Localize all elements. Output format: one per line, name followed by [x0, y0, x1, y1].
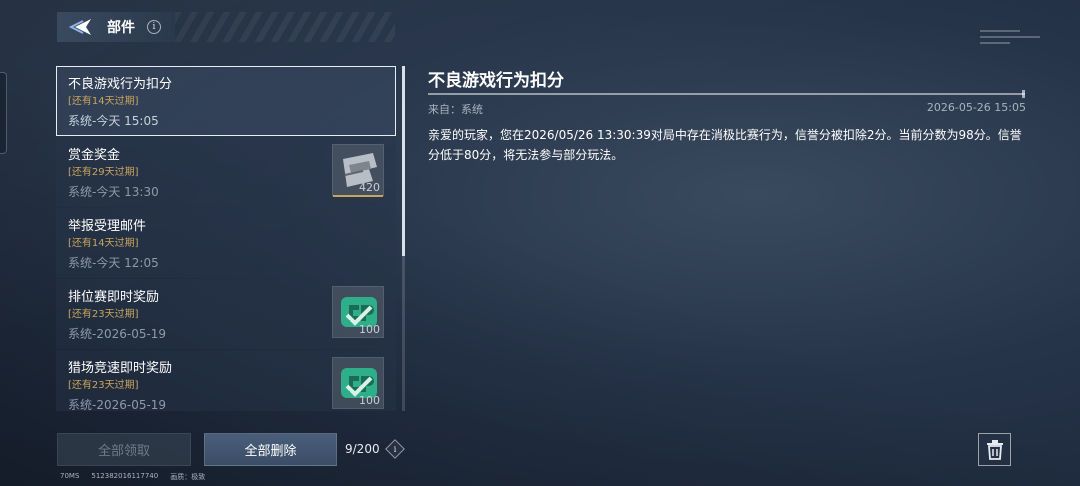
quality-label: 画质：极致 [170, 472, 205, 482]
status-footer: 70MS 512382016117740 画质：极致 [60, 472, 205, 482]
mail-detail-sender: 来自：系统 [428, 103, 483, 116]
mail-sender-time: 系统-今天 12:05 [68, 256, 159, 270]
mail-detail-timestamp: 2026-05-26 15:05 [926, 101, 1026, 114]
mail-expiry: [还有14天过期] [68, 238, 139, 249]
scrollbar-thumb[interactable] [402, 66, 405, 256]
ping-text: 70MS [60, 472, 80, 480]
mail-item[interactable]: 举报受理邮件 [还有14天过期] 系统-今天 12:05 [56, 208, 396, 278]
back-button[interactable] [69, 16, 95, 38]
header-bar: 部件 i [57, 12, 175, 42]
mail-detail-pane: 不良游戏行为扣分 来自：系统 2026-05-26 15:05 亲爱的玩家，您在… [428, 66, 1026, 165]
trash-button[interactable] [978, 433, 1011, 466]
mail-item[interactable]: 猎场竞速即时奖励 [还有23天过期] 系统-2026-05-19 100 [56, 350, 396, 411]
mail-list-scrollbar[interactable] [402, 66, 405, 411]
mail-detail-meta: 来自：系统 2026-05-26 15:05 [428, 101, 1026, 117]
mail-item[interactable]: 赏金奖金 [还有29天过期] 系统-今天 13:30 420 [56, 137, 396, 207]
mail-count: 9/200 [345, 442, 380, 456]
attachment-rarity-bar [333, 195, 383, 197]
mail-item-selected[interactable]: 不良游戏行为扣分 [还有14天过期] 系统-今天 15:05 [56, 66, 396, 136]
attachment-slot[interactable]: 100 [332, 357, 384, 409]
info-icon[interactable]: i [147, 20, 161, 34]
side-drawer-handle[interactable] [0, 72, 7, 154]
mail-count-info-button[interactable]: i [385, 439, 405, 459]
page-title: 部件 [107, 20, 135, 36]
hud-decoration [980, 30, 1040, 44]
mail-list[interactable]: 不良游戏行为扣分 [还有14天过期] 系统-今天 15:05 赏金奖金 [还有2… [56, 66, 396, 411]
mail-detail-title: 不良游戏行为扣分 [428, 71, 564, 91]
mail-title: 不良游戏行为扣分 [68, 77, 173, 92]
mail-title: 举报受理邮件 [68, 219, 147, 234]
info-icon: i [393, 444, 397, 454]
chevron-left-icon [69, 19, 91, 35]
header-stripe-decoration [175, 12, 395, 42]
mail-sender-time: 系统-今天 15:05 [68, 114, 159, 128]
claim-all-button[interactable]: 全部领取 [57, 433, 191, 466]
attachment-quantity: 420 [359, 181, 380, 194]
attachment-slot[interactable]: 100 [332, 286, 384, 338]
trash-icon [986, 439, 1003, 460]
divider [428, 90, 1025, 98]
attachment-slot[interactable]: 420 [332, 144, 384, 197]
delete-all-button[interactable]: 全部删除 [204, 433, 337, 466]
quality-value: 极致 [191, 473, 206, 481]
mail-detail-body: 亲爱的玩家，您在2026/05/26 13:30:39对局中存在消极比赛行为，信… [428, 128, 1022, 162]
quality-label-text: 画质： [170, 473, 192, 481]
attachment-quantity: 100 [359, 394, 380, 407]
mail-expiry: [还有14天过期] [68, 96, 139, 107]
uid-text: 512382016117740 [91, 472, 159, 480]
mail-item[interactable]: 排位赛即时奖励 [还有23天过期] 系统-2026-05-19 100 [56, 279, 396, 349]
attachment-quantity: 100 [359, 323, 380, 336]
